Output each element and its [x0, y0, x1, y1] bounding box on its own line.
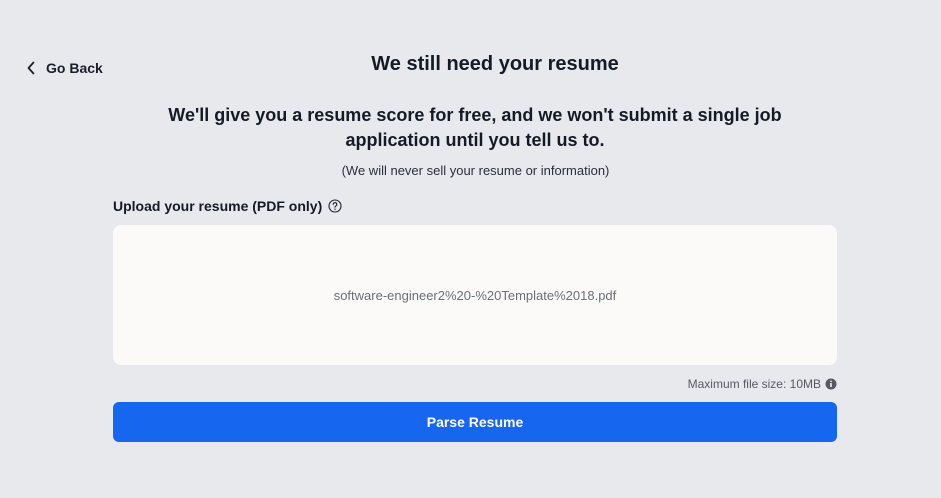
- question-circle-icon[interactable]: [328, 199, 342, 213]
- resume-dropzone[interactable]: software-engineer2%20-%20Template%2018.p…: [113, 225, 837, 365]
- upload-label: Upload your resume (PDF only): [113, 198, 342, 214]
- max-file-size-note: Maximum file size: 10MB: [688, 377, 837, 391]
- uploaded-file-name: software-engineer2%20-%20Template%2018.p…: [333, 287, 617, 303]
- max-file-size-text: Maximum file size: 10MB: [687, 377, 821, 391]
- resume-upload-page: Go Back We still need your resume We'll …: [0, 0, 941, 498]
- page-title: We still need your resume: [371, 53, 619, 75]
- upload-label-text: Upload your resume (PDF only): [113, 198, 323, 214]
- privacy-disclaimer: (We will never sell your resume or infor…: [341, 163, 610, 178]
- page-subtitle: We'll give you a resume score for free, …: [168, 105, 782, 150]
- info-circle-icon[interactable]: [825, 378, 837, 390]
- parse-resume-button[interactable]: Parse Resume: [113, 402, 837, 442]
